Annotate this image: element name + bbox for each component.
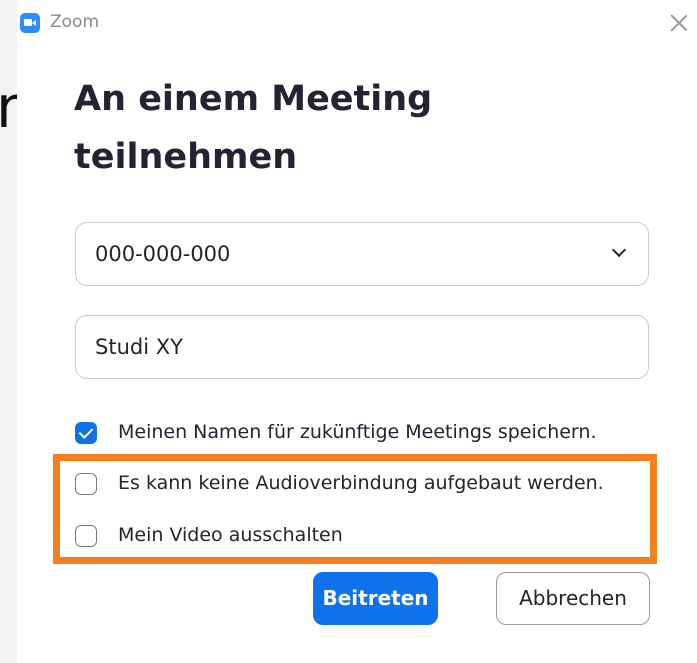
app-name: Zoom bbox=[50, 12, 100, 32]
heading-line-2: teilnehmen bbox=[74, 137, 298, 177]
join-button[interactable]: Beitreten bbox=[313, 572, 438, 625]
title-bar: Zoom bbox=[17, 0, 697, 46]
meeting-id-value[interactable]: 000-000-000 bbox=[95, 242, 230, 266]
cancel-button[interactable]: Abbrechen bbox=[496, 572, 650, 625]
meeting-id-combobox[interactable]: 000-000-000 bbox=[75, 222, 649, 286]
name-input[interactable]: Studi XY bbox=[75, 315, 649, 379]
highlight-box bbox=[53, 454, 657, 564]
remember-name-checkbox[interactable] bbox=[75, 422, 97, 444]
screen: n Zoom An einem Meeting teilnehmen 000-0… bbox=[0, 0, 697, 663]
remember-name-label[interactable]: Meinen Namen für zukünftige Meetings spe… bbox=[118, 421, 597, 443]
close-icon[interactable] bbox=[668, 12, 690, 34]
name-value[interactable]: Studi XY bbox=[95, 335, 183, 359]
zoom-logo-icon bbox=[20, 13, 40, 33]
join-meeting-dialog: Zoom An einem Meeting teilnehmen 000-000… bbox=[17, 0, 697, 663]
dialog-heading: An einem Meeting teilnehmen bbox=[74, 70, 514, 186]
chevron-down-icon[interactable] bbox=[611, 242, 627, 258]
heading-line-1: An einem Meeting bbox=[74, 79, 433, 119]
